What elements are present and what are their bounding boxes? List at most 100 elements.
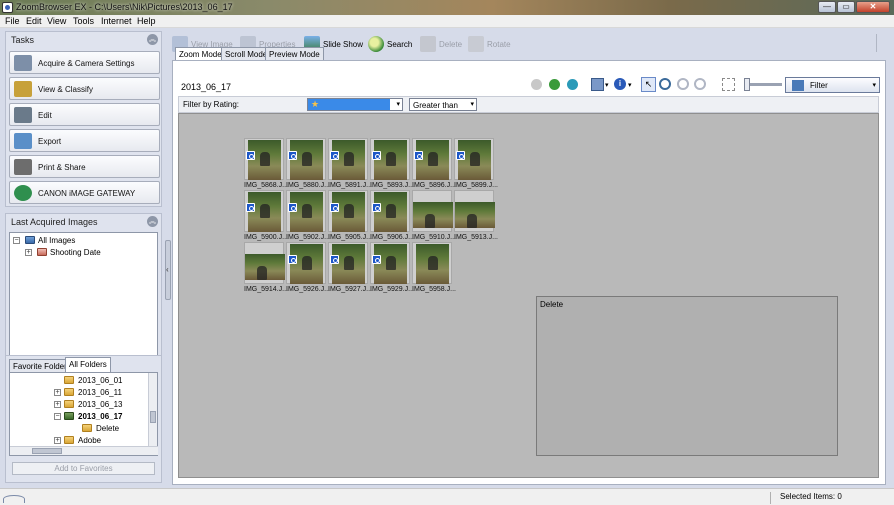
rotate-label: Rotate [487, 40, 511, 49]
filter-bar: Filter by Rating: ★ ▾ Greater than ▾ [178, 96, 879, 113]
info-icon[interactable]: i [614, 78, 626, 90]
thumbnail[interactable] [412, 138, 452, 180]
thumbnail[interactable] [244, 138, 284, 180]
thumbnail[interactable] [244, 190, 284, 232]
up-folder-icon[interactable] [567, 79, 578, 90]
thumbnail[interactable] [370, 242, 410, 284]
pane-splitter[interactable]: ‹ [165, 240, 171, 300]
app-icon [2, 2, 13, 13]
task-label: Edit [38, 111, 52, 120]
maximize-button[interactable]: ▭ [837, 1, 855, 13]
scrollbar-thumb[interactable] [150, 411, 156, 423]
thumbnail[interactable] [412, 242, 452, 284]
task-label: View & Classify [38, 85, 93, 94]
thumbnail[interactable] [370, 138, 410, 180]
thumbnail-image [374, 244, 407, 284]
slider-thumb[interactable] [744, 78, 750, 91]
thumbnail-label: IMG_5929.J... [370, 286, 414, 293]
tab-scroll-mode[interactable]: Scroll Mode [221, 47, 272, 60]
task-canon-image-gateway[interactable]: CANON iMAGE GATEWAY [9, 181, 160, 204]
expand-tree-icon[interactable]: + [54, 401, 61, 408]
movie-badge-icon [456, 151, 465, 160]
images-icon [25, 236, 35, 244]
thumbnail[interactable] [328, 190, 368, 232]
forward-icon[interactable] [549, 79, 560, 90]
tab-preview-mode[interactable]: Preview Mode [265, 47, 324, 60]
thumbnail-label: IMG_5880.J... [286, 182, 330, 189]
thumbnail[interactable] [286, 190, 326, 232]
zoom-in-icon[interactable] [659, 78, 671, 90]
thumbnail[interactable] [328, 242, 368, 284]
expand-tree-icon[interactable]: + [54, 389, 61, 396]
menu-file[interactable]: File [2, 16, 23, 26]
menu-edit[interactable]: Edit [23, 16, 45, 26]
tab-zoom-mode[interactable]: Zoom Mode [175, 47, 226, 60]
thumbnail[interactable] [370, 190, 410, 232]
minimize-button[interactable]: — [818, 1, 836, 13]
fit-icon[interactable] [694, 78, 706, 90]
menu-view[interactable]: View [44, 16, 69, 26]
task-export[interactable]: Export [9, 129, 160, 152]
task-view-classify[interactable]: View & Classify [9, 77, 160, 100]
scrollbar-thumb[interactable] [32, 448, 62, 454]
thumbnail[interactable] [244, 242, 285, 284]
expand-tree-icon[interactable]: + [25, 249, 32, 256]
printer-icon [14, 159, 32, 175]
full-view-icon[interactable] [722, 78, 735, 91]
camera-icon [14, 55, 32, 71]
tasks-panel: Tasks ︽ Acquire & Camera Settings View &… [5, 31, 162, 207]
collapse-icon[interactable]: ︽ [147, 34, 158, 45]
close-button[interactable]: ✕ [856, 1, 890, 13]
folder-horizontal-scrollbar[interactable] [10, 446, 158, 455]
collapse-tree-icon[interactable]: − [54, 413, 61, 420]
slide-show-label: Slide Show [323, 40, 364, 49]
movie-badge-icon [414, 151, 423, 160]
toolbar-overflow[interactable] [876, 34, 884, 52]
expand-tree-icon[interactable]: + [54, 437, 61, 444]
task-acquire-camera-settings[interactable]: Acquire & Camera Settings [9, 51, 160, 74]
task-label: Print & Share [38, 163, 86, 172]
folder-tree: 2013_06_01 + 2013_06_11 + 2013_06_13 − 2… [9, 372, 158, 456]
tab-all-folders[interactable]: All Folders [65, 357, 111, 372]
status-divider [770, 492, 771, 504]
zoom-out-icon[interactable] [677, 78, 689, 90]
thumbnail[interactable] [454, 138, 494, 180]
search-icon [368, 36, 384, 52]
folder-vertical-scrollbar[interactable] [148, 373, 157, 447]
collapse-arrow-icon: ‹ [166, 265, 169, 274]
thumbnail[interactable] [286, 138, 326, 180]
task-label: Acquire & Camera Settings [38, 59, 135, 68]
task-print-share[interactable]: Print & Share [9, 155, 160, 178]
back-icon[interactable] [531, 79, 542, 90]
export-icon [14, 133, 32, 149]
thumbnail[interactable] [412, 190, 453, 232]
last-acquired-panel: Last Acquired Images ︽ − All Images + Sh… [5, 213, 162, 373]
menu-tools[interactable]: Tools [70, 16, 97, 26]
menu-internet[interactable]: Internet [98, 16, 135, 26]
chevron-down-icon[interactable]: ▾ [628, 81, 632, 89]
comparison-select[interactable]: Greater than ▾ [409, 98, 477, 111]
display-settings-icon[interactable] [591, 78, 604, 91]
last-acquired-tree: − All Images + Shooting Date [9, 232, 158, 370]
filter-dropdown[interactable]: Filter ▾ [785, 77, 880, 93]
filter-icon [792, 80, 804, 91]
menu-help[interactable]: Help [134, 16, 159, 26]
pointer-tool-icon[interactable]: ↖ [641, 77, 656, 92]
status-indicator-icon [3, 495, 25, 503]
chevron-down-icon[interactable]: ▾ [605, 81, 609, 89]
movie-badge-icon [372, 203, 381, 212]
chevron-down-icon: ▾ [396, 101, 400, 108]
thumbnail[interactable] [454, 190, 495, 232]
add-to-favorites-button[interactable]: Add to Favorites [12, 462, 155, 475]
collapse-icon[interactable]: ︽ [147, 216, 158, 227]
thumbnail-size-slider[interactable] [744, 78, 782, 91]
subfolder-box[interactable]: Delete [536, 296, 838, 456]
thumbnail[interactable] [328, 138, 368, 180]
collapse-tree-icon[interactable]: − [13, 237, 20, 244]
rating-select[interactable]: ★ ▾ [307, 98, 403, 111]
movie-badge-icon [246, 151, 255, 160]
task-edit[interactable]: Edit [9, 103, 160, 126]
movie-badge-icon [372, 151, 381, 160]
tree-label: All Images [38, 236, 76, 245]
thumbnail[interactable] [286, 242, 326, 284]
